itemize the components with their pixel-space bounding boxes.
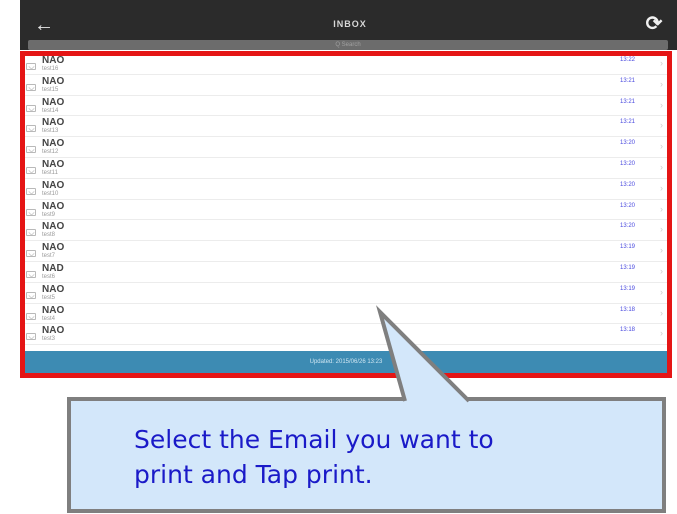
email-row[interactable]: NAO test8 13:20 › bbox=[20, 219, 672, 242]
email-row[interactable]: NAO test10 13:20 › bbox=[20, 178, 672, 200]
email-subject: test9 bbox=[42, 211, 56, 218]
callout-line-1: Select the Email you want to bbox=[134, 425, 494, 454]
email-sender: NAO bbox=[42, 304, 65, 316]
email-subject: test3 bbox=[42, 336, 56, 343]
email-row[interactable]: NAO test5 13:19 › bbox=[20, 282, 672, 304]
email-row[interactable]: NAO test13 13:21 › bbox=[20, 115, 672, 138]
email-row[interactable]: NAO test11 13:20 › bbox=[20, 157, 672, 179]
envelope-icon bbox=[26, 63, 36, 70]
email-row[interactable]: NAD test6 13:19 › bbox=[20, 261, 672, 283]
chevron-right-icon: › bbox=[660, 328, 663, 339]
email-list: NAO test16 13:22 › NAO test15 13:21 › NAO test14 1… bbox=[20, 53, 672, 351]
email-subject: test13 bbox=[42, 128, 59, 135]
callout-box: Select the Email you want to print and T… bbox=[67, 397, 666, 513]
email-sender: NAO bbox=[42, 55, 65, 66]
email-time: 13:20 bbox=[620, 223, 636, 230]
email-sender: NAO bbox=[42, 138, 65, 150]
email-time: 13:21 bbox=[620, 98, 636, 105]
email-sender: NAO bbox=[42, 96, 65, 108]
email-time: 13:19 bbox=[620, 265, 636, 271]
nav-title: INBOX bbox=[333, 19, 367, 29]
chevron-right-icon: › bbox=[660, 141, 663, 152]
search-bar[interactable]: Q Search bbox=[28, 40, 668, 50]
envelope-icon bbox=[26, 250, 36, 258]
email-sender: NAO bbox=[42, 117, 65, 129]
email-time: 13:19 bbox=[620, 285, 636, 292]
search-placeholder: Q Search bbox=[335, 42, 361, 48]
email-subject: test11 bbox=[42, 170, 58, 176]
envelope-icon bbox=[26, 104, 36, 112]
email-sender: NAO bbox=[42, 159, 65, 170]
email-sender: NAD bbox=[42, 263, 64, 274]
chevron-right-icon: › bbox=[660, 203, 663, 214]
email-subject: test4 bbox=[42, 315, 56, 322]
chevron-right-icon: › bbox=[660, 182, 663, 193]
chevron-right-icon: › bbox=[660, 58, 663, 68]
email-row[interactable]: NAO test16 13:22 › bbox=[20, 53, 672, 75]
envelope-icon bbox=[26, 312, 36, 320]
email-time: 13:20 bbox=[620, 161, 636, 167]
email-subject: test14 bbox=[42, 107, 59, 114]
chevron-right-icon: › bbox=[660, 120, 663, 131]
chevron-right-icon: › bbox=[660, 245, 663, 256]
envelope-icon bbox=[26, 125, 36, 133]
email-sender: NAO bbox=[42, 221, 65, 233]
email-time: 13:20 bbox=[620, 202, 636, 209]
email-row[interactable]: NAO test7 13:19 › bbox=[20, 240, 672, 262]
chevron-right-icon: › bbox=[660, 99, 663, 110]
envelope-icon bbox=[26, 83, 36, 91]
email-sender: NAO bbox=[42, 75, 65, 87]
email-time: 13:19 bbox=[620, 244, 636, 251]
chevron-right-icon: › bbox=[660, 307, 663, 318]
chevron-right-icon: › bbox=[660, 224, 663, 235]
email-sender: NAO bbox=[42, 200, 65, 212]
email-row[interactable]: NAO test14 13:21 › bbox=[20, 95, 672, 117]
email-row[interactable]: NAO test4 13:18 › bbox=[20, 303, 672, 325]
envelope-icon bbox=[26, 167, 36, 174]
envelope-icon bbox=[26, 208, 36, 216]
email-subject: test5 bbox=[42, 294, 56, 301]
envelope-icon bbox=[26, 229, 36, 237]
chevron-right-icon: › bbox=[660, 286, 663, 297]
email-row[interactable]: NAO test12 13:20 › bbox=[20, 136, 672, 158]
email-sender: NAO bbox=[42, 283, 65, 295]
email-subject: test10 bbox=[42, 190, 59, 197]
email-subject: test16 bbox=[42, 66, 59, 72]
callout-line-2: print and Tap print. bbox=[134, 460, 373, 489]
last-updated-text: Updated: 2015/06/26 13:23 bbox=[309, 359, 383, 365]
email-time: 13:18 bbox=[620, 327, 636, 334]
email-time: 13:20 bbox=[620, 140, 636, 147]
envelope-icon bbox=[26, 146, 36, 154]
refresh-icon[interactable]: ⟳ bbox=[643, 13, 665, 35]
email-row[interactable]: NAO test9 13:20 › bbox=[20, 199, 672, 221]
email-subject: test6 bbox=[42, 274, 56, 280]
chevron-right-icon: › bbox=[660, 78, 663, 89]
email-sender: NAO bbox=[42, 179, 65, 191]
email-time: 13:20 bbox=[620, 181, 636, 188]
envelope-icon bbox=[26, 187, 36, 195]
envelope-icon bbox=[26, 271, 36, 278]
email-time: 13:18 bbox=[620, 306, 636, 313]
status-bar: Updated: 2015/06/26 13:23 bbox=[20, 351, 672, 375]
envelope-icon bbox=[26, 291, 36, 299]
email-row[interactable]: NAO test3 13:18 › bbox=[20, 323, 672, 346]
chevron-right-icon: › bbox=[660, 266, 663, 276]
email-time: 13:21 bbox=[620, 77, 636, 84]
email-row[interactable]: NAO test15 13:21 › bbox=[20, 74, 672, 96]
email-sender: NAO bbox=[42, 242, 65, 254]
email-subject: test7 bbox=[42, 253, 56, 260]
email-subject: test15 bbox=[42, 86, 59, 93]
chevron-right-icon: › bbox=[660, 162, 663, 172]
callout-text: Select the Email you want to print and T… bbox=[134, 422, 654, 492]
envelope-icon bbox=[26, 333, 36, 341]
email-sender: NAO bbox=[42, 325, 65, 337]
email-time: 13:22 bbox=[620, 57, 636, 63]
email-subject: test8 bbox=[42, 232, 56, 239]
email-subject: test12 bbox=[42, 149, 59, 156]
email-time: 13:21 bbox=[620, 119, 636, 126]
